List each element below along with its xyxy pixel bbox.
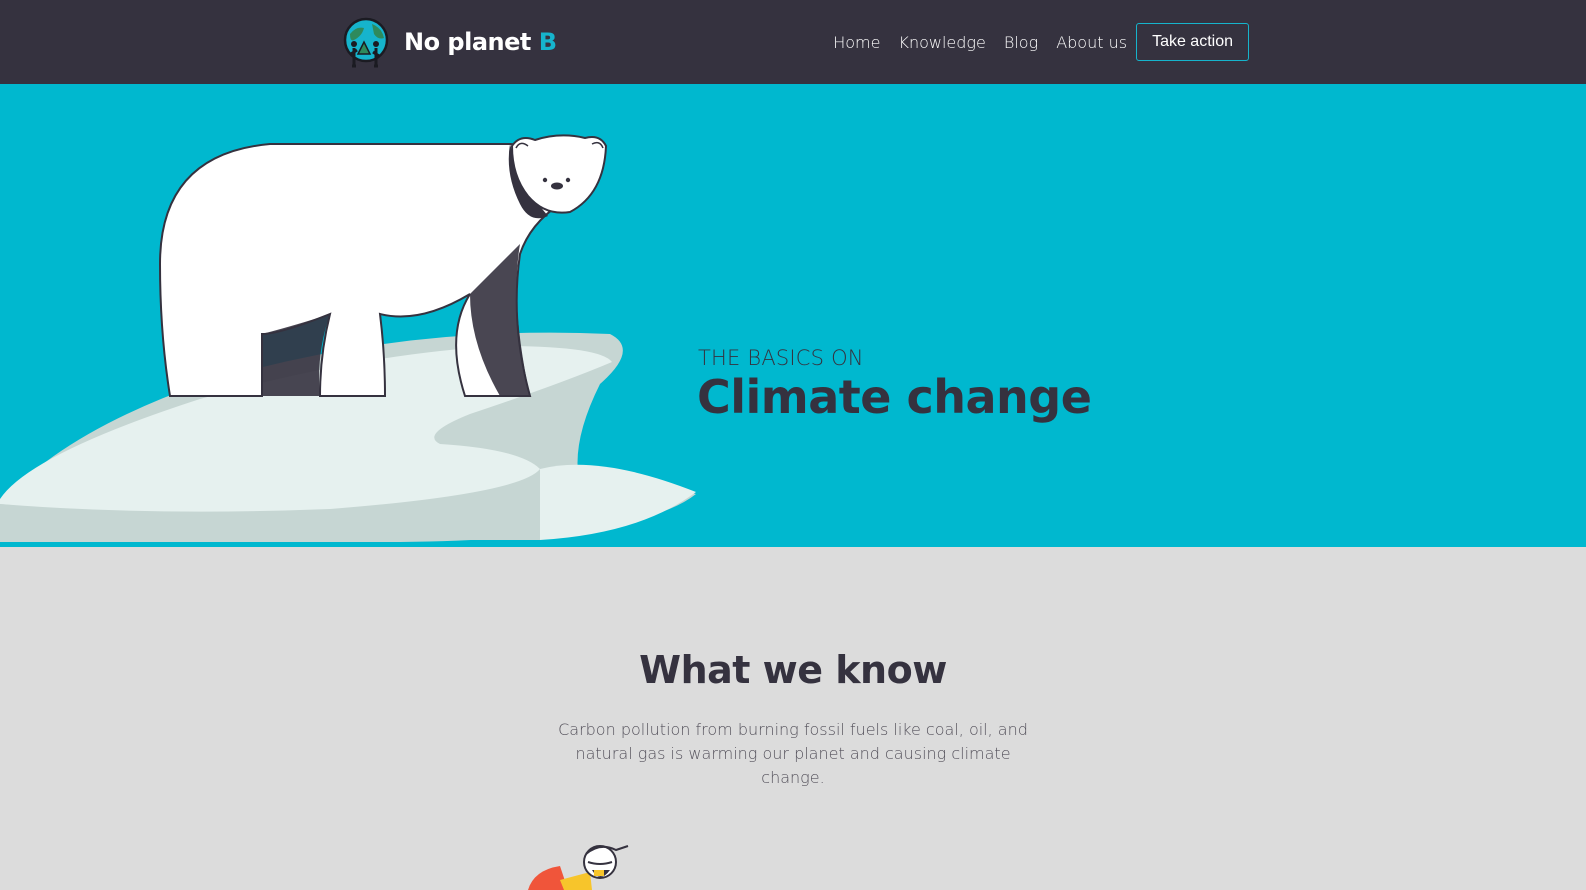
globe-people-logo-icon (343, 17, 389, 68)
hero-kicker: THE BASICS ON (698, 346, 864, 370)
polar-bear-illustration (0, 134, 696, 542)
logo-wordmark: No planet B (404, 28, 557, 56)
nav-knowledge[interactable]: Knowledge (898, 33, 985, 52)
hero-title: Climate change (697, 370, 1092, 424)
nav-about-us[interactable]: About us (1056, 33, 1127, 52)
character-illustration (528, 845, 629, 890)
main-nav: Home Knowledge Blog About us Take action (833, 23, 1249, 61)
hero-section: THE BASICS ON Climate change (0, 84, 1586, 547)
section-title: What we know (639, 648, 947, 692)
take-action-button[interactable]: Take action (1136, 23, 1249, 61)
section-body: Carbon pollution from burning fossil fue… (558, 720, 1028, 787)
nav-blog[interactable]: Blog (1004, 33, 1038, 52)
nav-home[interactable]: Home (833, 33, 880, 52)
logo-link[interactable]: No planet B (342, 14, 557, 70)
site-header: No planet B Home Knowledge Blog About us… (0, 0, 1586, 84)
